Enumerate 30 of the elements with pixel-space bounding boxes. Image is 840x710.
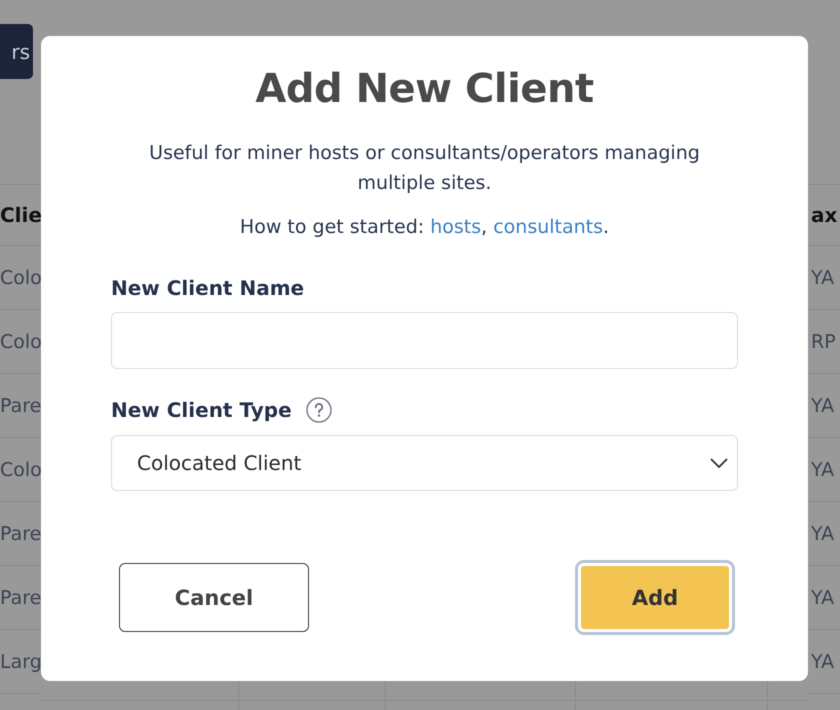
link[interactable]: hosts xyxy=(430,216,482,238)
getting-started-text: How to get started: hosts, consultants. xyxy=(238,216,610,238)
table-cell-text: YA xyxy=(810,522,834,544)
select-field[interactable]: Colocated Client xyxy=(111,435,738,491)
table-cell: Colo xyxy=(0,330,41,352)
chevron-down-icon xyxy=(709,457,729,469)
table-cell: Pare xyxy=(0,522,41,544)
table-cell-text: YA xyxy=(810,394,834,416)
dark-button[interactable]: rs xyxy=(0,24,33,79)
field-label: New Client Name xyxy=(111,276,304,300)
table-cell: Pare xyxy=(0,586,41,608)
add-button[interactable]: Add xyxy=(578,563,732,632)
table-cell-text: RP xyxy=(810,330,836,352)
table-cell: Pare xyxy=(0,394,41,416)
field-label: New Client Type xyxy=(111,398,292,422)
cancel-button[interactable]: Cancel xyxy=(119,563,309,632)
column-header: Clie xyxy=(0,203,41,227)
input-field[interactable] xyxy=(111,312,738,369)
table-cell-text: YA xyxy=(810,586,834,608)
table-cell-text: YA xyxy=(810,266,834,288)
description: Useful for miner hosts or consultants/operators managing multiple sites. xyxy=(148,141,701,196)
table-cell-text: YA xyxy=(810,650,834,672)
table-cell-text: YA xyxy=(810,458,834,480)
dialog-title: Add New Client xyxy=(254,66,595,112)
column-header: ax xyxy=(810,203,838,227)
link[interactable]: consultants xyxy=(493,216,604,238)
table-cell: Larg xyxy=(0,650,41,672)
table-cell: Colo xyxy=(0,458,41,480)
help-icon[interactable] xyxy=(306,397,332,423)
table-cell: Colo xyxy=(0,266,41,288)
